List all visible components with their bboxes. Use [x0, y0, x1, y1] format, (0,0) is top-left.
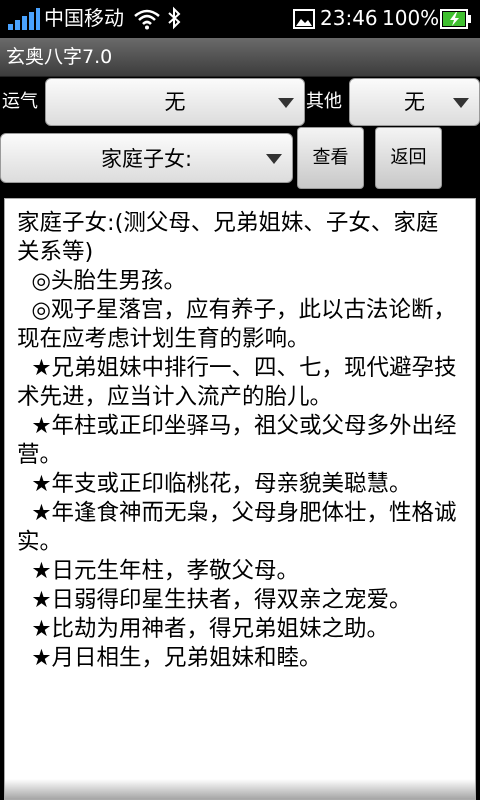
signal-icon	[8, 8, 40, 30]
battery-charging-icon	[440, 9, 471, 29]
dropdown-arrow-icon	[453, 98, 469, 108]
result-text-area[interactable]: 家庭子女:(测父母、兄弟姐妹、子女、家庭关系等) ◎头胎生男孩。 ◎观子星落宫，…	[4, 198, 476, 800]
dropdown-arrow-icon	[266, 154, 282, 164]
carrier-label: 中国移动	[44, 6, 124, 30]
category-value: 家庭子女:	[100, 147, 193, 171]
dropdown-arrow-icon	[278, 98, 294, 108]
other-spinner[interactable]: 无	[349, 78, 480, 126]
view-button[interactable]: 查看	[297, 127, 364, 189]
app-title: 玄奥八字7.0	[6, 46, 113, 68]
scroll-fade	[5, 779, 475, 799]
clock: 23:46	[320, 6, 378, 30]
app-title-bar: 玄奥八字7.0	[0, 38, 480, 77]
category-spinner[interactable]: 家庭子女:	[0, 133, 293, 183]
other-label: 其他	[306, 91, 342, 112]
bluetooth-icon	[168, 6, 181, 30]
luck-value: 无	[164, 90, 186, 114]
battery-percent: 100%	[382, 6, 440, 30]
image-icon	[293, 9, 315, 29]
status-bar: 中国移动 23:46 100%	[0, 0, 480, 38]
result-text: 家庭子女:(测父母、兄弟姐妹、子女、家庭关系等) ◎头胎生男孩。 ◎观子星落宫，…	[17, 210, 457, 671]
luck-spinner[interactable]: 无	[45, 78, 305, 126]
wifi-icon	[134, 9, 160, 30]
luck-label: 运气	[2, 91, 38, 112]
back-button[interactable]: 返回	[375, 127, 442, 189]
